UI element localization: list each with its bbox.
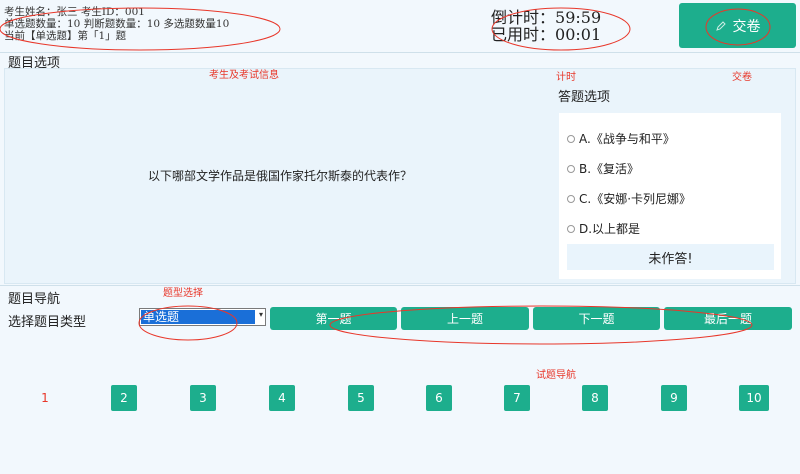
elapsed-label: 已用时： (491, 25, 556, 44)
annotation-type-select: 题型选择 (163, 288, 203, 299)
option-d-label: D.以上都是 (579, 222, 641, 236)
submit-button[interactable]: 交卷 (679, 3, 796, 48)
question-number-3[interactable]: 3 (190, 385, 216, 411)
option-b-label: B.《复活》 (579, 162, 640, 176)
question-number-2[interactable]: 2 (111, 385, 137, 411)
option-d[interactable]: D.以上都是 (567, 220, 640, 237)
radio-icon[interactable] (567, 164, 575, 173)
nav-divider (0, 285, 800, 286)
exam-info-line-1: 考生姓名：张三 考生ID：001 (4, 6, 145, 18)
radio-icon[interactable] (567, 134, 575, 143)
type-select-label: 选择题目类型 (8, 315, 87, 330)
annotation-question-nav: 试题导航 (536, 370, 576, 381)
last-question-button[interactable]: 最后一题 (664, 307, 792, 330)
annotation-timer: 计时 (556, 72, 576, 83)
next-question-button[interactable]: 下一题 (533, 307, 660, 330)
question-panel-title: 题目选项 (8, 56, 61, 71)
question-number-6[interactable]: 6 (426, 385, 452, 411)
chevron-down-icon[interactable]: ▾ (259, 310, 263, 319)
option-a-label: A.《战争与和平》 (579, 132, 675, 146)
answer-options: A.《战争与和平》 B.《复活》 C.《安娜·卡列尼娜》 D.以上都是 未作答! (559, 113, 781, 279)
question-number-5[interactable]: 5 (348, 385, 374, 411)
submit-label: 交卷 (732, 18, 761, 35)
exam-info-line-2: 单选题数量：10 判断题数量：10 多选题数量10 (4, 18, 230, 30)
question-number-9[interactable]: 9 (661, 385, 687, 411)
elapsed-value: 00:01 (555, 25, 602, 44)
pen-icon (715, 20, 726, 31)
option-c[interactable]: C.《安娜·卡列尼娜》 (567, 190, 691, 207)
question-number-8[interactable]: 8 (582, 385, 608, 411)
navigation-title: 题目导航 (8, 292, 61, 307)
radio-icon[interactable] (567, 194, 575, 203)
radio-icon[interactable] (567, 224, 575, 233)
annotation-info: 考生及考试信息 (209, 70, 279, 81)
prev-question-button[interactable]: 上一题 (401, 307, 529, 330)
header-divider (0, 52, 800, 53)
question-number-1[interactable]: 1 (32, 385, 58, 411)
answer-status: 未作答! (567, 244, 774, 270)
option-c-label: C.《安娜·卡列尼娜》 (579, 192, 692, 206)
annotation-submit: 交卷 (732, 72, 752, 83)
option-b[interactable]: B.《复活》 (567, 160, 639, 177)
answer-options-title: 答题选项 (558, 90, 611, 105)
question-number-7[interactable]: 7 (504, 385, 530, 411)
question-number-10[interactable]: 10 (739, 385, 769, 411)
question-type-select[interactable]: 单选题 ▾ (139, 308, 266, 326)
exam-info-line-3: 当前【单选题】第「1」题 (4, 30, 127, 42)
elapsed-timer: 已用时：00:01 (491, 24, 601, 46)
question-type-selected: 单选题 (141, 310, 255, 324)
option-a[interactable]: A.《战争与和平》 (567, 130, 675, 147)
question-text: 以下哪部文学作品是俄国作家托尔斯泰的代表作？ (148, 169, 413, 183)
question-number-4[interactable]: 4 (269, 385, 295, 411)
first-question-button[interactable]: 第一题 (270, 307, 397, 330)
